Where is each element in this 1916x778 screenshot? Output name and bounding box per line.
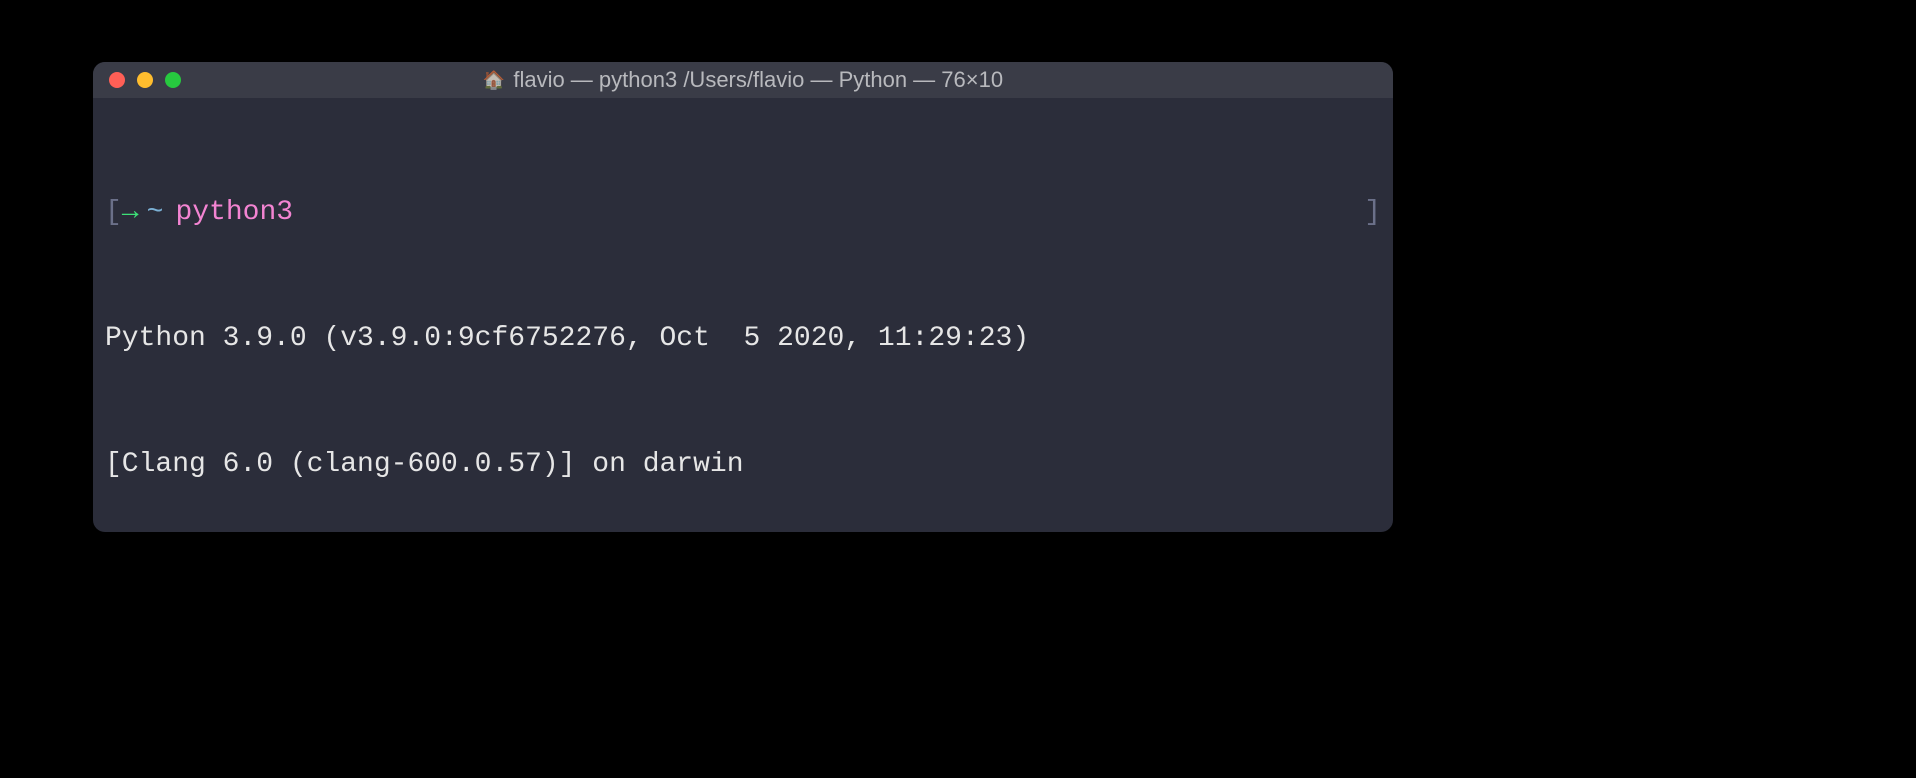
prompt-cwd: ~ [147, 192, 164, 234]
close-button[interactable] [109, 72, 125, 88]
shell-prompt-line: [→ ~ python3] [105, 192, 1381, 234]
prompt-bracket-open: [ [105, 192, 122, 234]
maximize-button[interactable] [165, 72, 181, 88]
prompt-arrow-icon: → [122, 192, 139, 234]
traffic-lights [109, 72, 181, 88]
output-line-1: Python 3.9.0 (v3.9.0:9cf6752276, Oct 5 2… [105, 318, 1381, 360]
window-title-text: flavio — python3 /Users/flavio — Python … [513, 67, 1003, 93]
titlebar: 🏠 flavio — python3 /Users/flavio — Pytho… [93, 62, 1393, 98]
home-icon: 🏠 [483, 70, 505, 91]
terminal-body[interactable]: [→ ~ python3] Python 3.9.0 (v3.9.0:9cf675… [93, 98, 1393, 532]
window-title: 🏠 flavio — python3 /Users/flavio — Pytho… [483, 67, 1003, 93]
minimize-button[interactable] [137, 72, 153, 88]
terminal-window: 🏠 flavio — python3 /Users/flavio — Pytho… [93, 62, 1393, 532]
output-line-2: [Clang 6.0 (clang-600.0.57)] on darwin [105, 444, 1381, 486]
prompt-bracket-close: ] [1364, 192, 1381, 234]
command-text: python3 [175, 192, 293, 234]
